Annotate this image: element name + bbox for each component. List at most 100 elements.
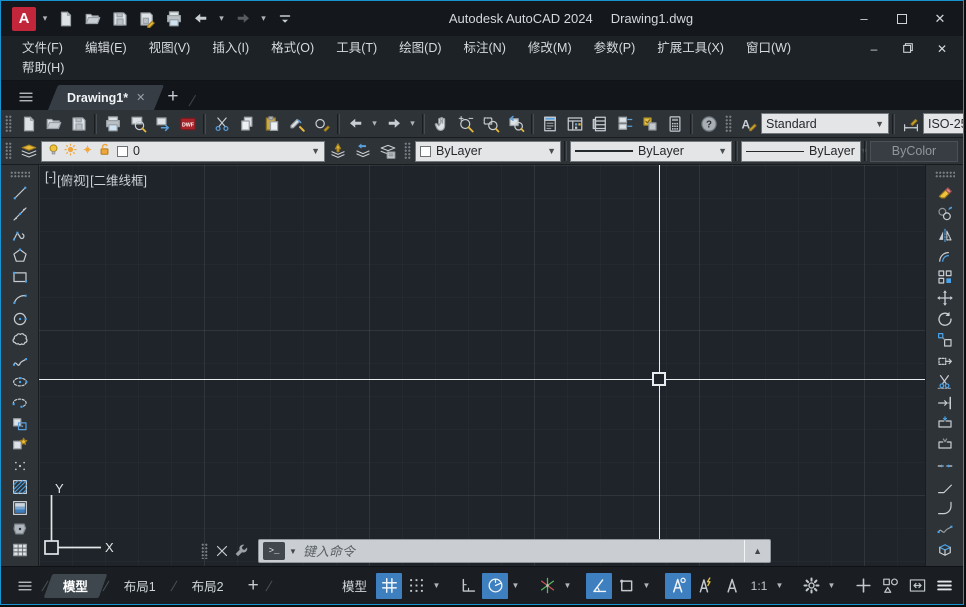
menu-item-12[interactable]: 窗口(W) <box>735 38 802 58</box>
command-close-button[interactable] <box>212 540 232 562</box>
dwf-button[interactable]: DWF <box>175 112 200 136</box>
viewport-visual-style-control[interactable]: [二维线框] <box>90 170 147 189</box>
layout-tab-layout1[interactable]: 布局1 <box>109 574 171 598</box>
markup-manager-button[interactable] <box>637 112 662 136</box>
doc-restore-button[interactable] <box>897 40 919 58</box>
designcenter-button[interactable] <box>562 112 587 136</box>
file-tab-menu-button[interactable] <box>9 84 43 110</box>
zoom-previous-button[interactable] <box>503 112 528 136</box>
file-tab-drawing1[interactable]: Drawing1* ✕ <box>53 85 159 110</box>
layer-previous-button[interactable] <box>350 139 375 163</box>
polygon-button[interactable] <box>7 245 32 266</box>
toolbar-grip-handle[interactable] <box>404 142 411 160</box>
plot-button[interactable] <box>161 7 186 31</box>
dim-style-combo[interactable]: ISO-25 ▼ <box>923 113 964 134</box>
new-tab-button[interactable]: + <box>159 84 186 110</box>
break-button[interactable] <box>932 434 957 455</box>
explode-button[interactable] <box>932 539 957 560</box>
rotate-button[interactable] <box>932 308 957 329</box>
pan-button[interactable] <box>428 112 453 136</box>
layer-combo[interactable]: 0 ▼ <box>41 141 325 162</box>
menu-item-5[interactable]: 格式(O) <box>260 38 325 58</box>
annotation-scale-person-button[interactable] <box>719 573 745 599</box>
fillet-button[interactable] <box>932 497 957 518</box>
viewport-controls-toggle[interactable]: [-] <box>45 170 56 189</box>
join-button[interactable] <box>932 455 957 476</box>
hatch-button[interactable] <box>7 476 32 497</box>
toolbar-grip-handle[interactable] <box>5 115 12 133</box>
copy-button[interactable] <box>234 112 259 136</box>
annotation-autoscale-button[interactable] <box>692 573 718 599</box>
trim-button[interactable] <box>932 371 957 392</box>
dropdown-caret-button[interactable]: ▾ <box>406 112 419 136</box>
close-button[interactable]: ✕ <box>921 4 959 34</box>
viewport-view-control[interactable]: [俯视] <box>57 170 89 189</box>
publish-button[interactable] <box>150 112 175 136</box>
menu-item-2[interactable]: 编辑(E) <box>74 38 138 58</box>
plot-preview-button[interactable] <box>125 112 150 136</box>
menu-item-10[interactable]: 参数(P) <box>583 38 647 58</box>
tool-palettes-button[interactable] <box>587 112 612 136</box>
scale-button[interactable] <box>932 329 957 350</box>
menu-item-help[interactable]: 帮助(H) <box>11 58 75 78</box>
scale-label-button[interactable]: 1:1 <box>746 573 772 599</box>
chamfer-button[interactable] <box>932 476 957 497</box>
annotation-visibility-button[interactable] <box>665 573 691 599</box>
grid-display-button[interactable] <box>376 573 402 599</box>
paste-button[interactable] <box>259 112 284 136</box>
point-button[interactable] <box>7 455 32 476</box>
app-menu-button[interactable]: A <box>11 6 37 32</box>
polar-tracking-button[interactable] <box>482 573 508 599</box>
array-button[interactable] <box>932 266 957 287</box>
minimize-button[interactable]: – <box>845 4 883 34</box>
maximize-button[interactable] <box>883 4 921 34</box>
zoom-realtime-button[interactable] <box>453 112 478 136</box>
toolbar-grip-handle[interactable] <box>5 142 12 160</box>
region-button[interactable] <box>7 518 32 539</box>
mirror-button[interactable] <box>932 224 957 245</box>
move-button[interactable] <box>932 287 957 308</box>
polar-tracking-dropdown-button[interactable]: ▼ <box>509 573 522 599</box>
chevron-down-icon[interactable]: ▼ <box>311 146 320 156</box>
clean-screen-button[interactable] <box>904 573 930 599</box>
text-style-button[interactable]: A <box>736 112 761 136</box>
construction-line-button[interactable] <box>7 203 32 224</box>
cut-button[interactable] <box>209 112 234 136</box>
command-bar[interactable]: >_ ▼ ▲ <box>258 539 771 563</box>
open-button[interactable] <box>80 7 105 31</box>
rectangle-button[interactable] <box>7 266 32 287</box>
match-properties-button[interactable] <box>284 112 309 136</box>
dropdown-caret-button[interactable]: ▾ <box>368 112 381 136</box>
break-at-point-button[interactable] <box>932 413 957 434</box>
redo-dim-button[interactable] <box>230 7 255 31</box>
insert-block-button[interactable] <box>7 413 32 434</box>
layout-tab-model[interactable]: 模型 <box>48 574 103 598</box>
command-grip-handle[interactable] <box>201 543 208 559</box>
redo-button[interactable] <box>381 112 406 136</box>
dropdown-caret-button[interactable]: ▾ <box>257 7 270 31</box>
toolbar-grip-handle[interactable] <box>10 171 30 178</box>
new-button[interactable] <box>16 112 41 136</box>
osnap-tracking-button[interactable] <box>586 573 612 599</box>
quickcalc-button[interactable] <box>662 112 687 136</box>
model-space-toggle-button[interactable]: 模型 <box>334 573 375 599</box>
object-snap-button[interactable] <box>613 573 639 599</box>
gradient-button[interactable] <box>7 497 32 518</box>
menu-item-7[interactable]: 绘图(D) <box>388 38 452 58</box>
menu-item-3[interactable]: 视图(V) <box>138 38 202 58</box>
save-button[interactable] <box>107 7 132 31</box>
lineweight-combo[interactable]: ByLayer ▼ <box>741 141 861 162</box>
linetype-combo[interactable]: ByLayer ▼ <box>570 141 732 162</box>
doc-close-button[interactable]: ✕ <box>931 40 953 58</box>
scale-label-dropdown-button[interactable]: ▼ <box>773 573 786 599</box>
app-menu-caret-icon[interactable]: ▾ <box>39 13 51 24</box>
menu-item-4[interactable]: 插入(I) <box>201 38 260 58</box>
snap-mode-dropdown-button[interactable]: ▼ <box>430 573 443 599</box>
circle-button[interactable] <box>7 308 32 329</box>
selection-filtering-button[interactable] <box>877 573 903 599</box>
blend-curves-button[interactable] <box>932 518 957 539</box>
polyline-button[interactable] <box>7 224 32 245</box>
isometric-drafting-dropdown-button[interactable]: ▼ <box>561 573 574 599</box>
layer-states-button[interactable] <box>375 139 400 163</box>
workspace-gear-dropdown-button[interactable]: ▼ <box>825 573 838 599</box>
